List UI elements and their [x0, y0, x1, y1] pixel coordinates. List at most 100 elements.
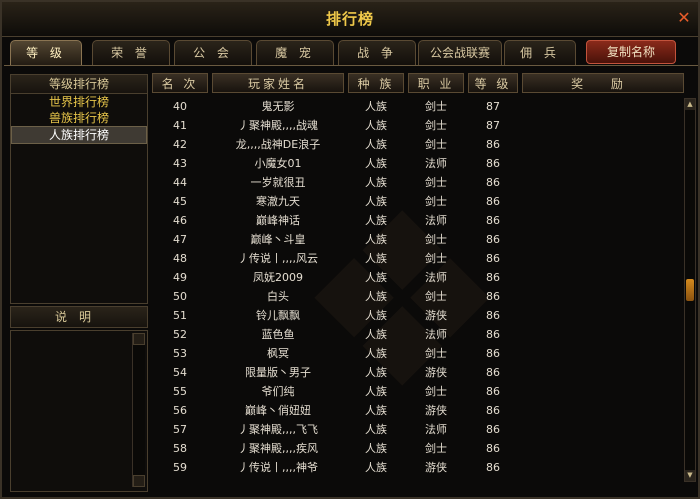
- cell-level: 86: [486, 214, 500, 227]
- cell-level: 86: [486, 385, 500, 398]
- cell-rank: 58: [173, 442, 187, 455]
- scroll-thumb[interactable]: [686, 279, 694, 301]
- table-row[interactable]: 56 巅峰丶俏妞妞 人族 游侠 86: [152, 401, 682, 420]
- cell-level: 86: [486, 195, 500, 208]
- cell-level: 86: [486, 423, 500, 436]
- cell-rank: 51: [173, 309, 187, 322]
- cell-level: 86: [486, 290, 500, 303]
- cell-class: 法师: [425, 328, 447, 341]
- cell-class: 剑士: [425, 119, 447, 132]
- sidebar-item-human[interactable]: 人族排行榜: [11, 126, 147, 144]
- cell-rank: 45: [173, 195, 187, 208]
- table-row[interactable]: 45 寒澈九天 人族 剑士 86: [152, 192, 682, 211]
- cell-player-name: 蓝色鱼: [261, 328, 295, 341]
- cell-rank: 46: [173, 214, 187, 227]
- tab-war[interactable]: 战 争: [338, 40, 416, 65]
- cell-race: 人族: [365, 195, 387, 208]
- cell-level: 87: [486, 100, 500, 113]
- table-row[interactable]: 41 丿聚神殿,,,,战魂 人族 剑士 87: [152, 116, 682, 135]
- col-race-header: 种 族: [348, 73, 404, 93]
- table-row[interactable]: 47 巅峰丶斗皇 人族 剑士 86: [152, 230, 682, 249]
- col-name-header: 玩家姓名: [212, 73, 344, 93]
- cell-class: 游侠: [425, 309, 447, 322]
- table-row[interactable]: 48 丿传说丨,,,,风云 人族 剑士 86: [152, 249, 682, 268]
- table-row[interactable]: 58 丿聚神殿,,,,疾风 人族 剑士 86: [152, 439, 682, 458]
- cell-level: 86: [486, 366, 500, 379]
- close-icon[interactable]: ✕: [676, 10, 692, 26]
- cell-level: 86: [486, 347, 500, 360]
- cell-race: 人族: [365, 328, 387, 341]
- cell-race: 人族: [365, 347, 387, 360]
- scroll-down-icon[interactable]: [133, 475, 145, 487]
- sidebar-item-world[interactable]: 世界排行榜: [11, 94, 147, 110]
- cell-race: 人族: [365, 290, 387, 303]
- cell-rank: 59: [173, 461, 187, 474]
- cell-level: 86: [486, 271, 500, 284]
- description-header: 说明: [10, 306, 148, 328]
- cell-player-name: 丿传说丨,,,,风云: [238, 252, 318, 265]
- table-row[interactable]: 57 丿聚神殿,,,,飞飞 人族 法师 86: [152, 420, 682, 439]
- cell-player-name: 限量版丶男子: [245, 366, 311, 379]
- table-row[interactable]: 53 枫冥 人族 剑士 86: [152, 344, 682, 363]
- tab-mercenary[interactable]: 佣 兵: [504, 40, 576, 65]
- tab-pet[interactable]: 魔 宠: [256, 40, 334, 65]
- cell-race: 人族: [365, 214, 387, 227]
- cell-race: 人族: [365, 309, 387, 322]
- cell-rank: 41: [173, 119, 187, 132]
- cell-race: 人族: [365, 252, 387, 265]
- table-row[interactable]: 46 巅峰神话 人族 法师 86: [152, 211, 682, 230]
- cell-rank: 53: [173, 347, 187, 360]
- cell-rank: 43: [173, 157, 187, 170]
- title-bar[interactable]: 排行榜 ✕: [2, 2, 698, 37]
- cell-player-name: 巅峰丶斗皇: [250, 233, 306, 246]
- cell-rank: 47: [173, 233, 187, 246]
- cell-player-name: 巅峰神话: [256, 214, 300, 227]
- scroll-down-icon[interactable]: ▼: [685, 470, 695, 481]
- cell-player-name: 巅峰丶俏妞妞: [245, 404, 311, 417]
- col-rank-header: 名 次: [152, 73, 208, 93]
- table-row[interactable]: 50 白头 人族 剑士 86: [152, 287, 682, 306]
- cell-level: 86: [486, 233, 500, 246]
- copy-name-button[interactable]: 复制名称: [586, 40, 676, 64]
- table-row[interactable]: 43 小魔女01 人族 法师 86: [152, 154, 682, 173]
- cell-player-name: 丿聚神殿,,,,飞飞: [238, 423, 318, 436]
- tab-guild-league[interactable]: 公会战联赛: [418, 40, 502, 65]
- cell-race: 人族: [365, 442, 387, 455]
- cell-race: 人族: [365, 385, 387, 398]
- cell-rank: 49: [173, 271, 187, 284]
- cell-level: 86: [486, 157, 500, 170]
- cell-level: 86: [486, 328, 500, 341]
- cell-class: 法师: [425, 157, 447, 170]
- cell-race: 人族: [365, 176, 387, 189]
- cell-player-name: 丿聚神殿,,,,战魂: [238, 119, 318, 132]
- cell-class: 剑士: [425, 385, 447, 398]
- cell-race: 人族: [365, 138, 387, 151]
- col-reward-header: 奖 励: [522, 73, 684, 93]
- cell-race: 人族: [365, 366, 387, 379]
- description-scrollbar[interactable]: [132, 333, 145, 487]
- table-row[interactable]: 51 铃儿飘飘 人族 游侠 86: [152, 306, 682, 325]
- sidebar-item-beast[interactable]: 兽族排行榜: [11, 110, 147, 126]
- table-row[interactable]: 40 鬼无影 人族 剑士 87: [152, 97, 682, 116]
- table-row[interactable]: 54 限量版丶男子 人族 游侠 86: [152, 363, 682, 382]
- table-row[interactable]: 59 丿传说丨,,,,神爷 人族 游侠 86: [152, 458, 682, 477]
- scroll-up-icon[interactable]: ▲: [685, 99, 695, 110]
- cell-class: 剑士: [425, 100, 447, 113]
- tab-honor[interactable]: 荣 誉: [92, 40, 170, 65]
- table-row[interactable]: 44 一岁就很丑 人族 剑士 86: [152, 173, 682, 192]
- cell-race: 人族: [365, 461, 387, 474]
- tab-guild[interactable]: 公 会: [174, 40, 252, 65]
- tab-level[interactable]: 等 级: [10, 40, 82, 65]
- table-row[interactable]: 52 蓝色鱼 人族 法师 86: [152, 325, 682, 344]
- ranking-category-panel: 等级排行榜 世界排行榜 兽族排行榜 人族排行榜: [10, 74, 148, 304]
- cell-player-name: 枫冥: [267, 347, 289, 360]
- cell-player-name: 龙,,,,战神DE浪子: [235, 138, 321, 151]
- cell-class: 法师: [425, 271, 447, 284]
- table-row[interactable]: 55 爷们纯 人族 剑士 86: [152, 382, 682, 401]
- table-scrollbar[interactable]: ▲ ▼: [684, 98, 696, 482]
- cell-player-name: 铃儿飘飘: [256, 309, 300, 322]
- table-row[interactable]: 49 凤妩2009 人族 法师 86: [152, 268, 682, 287]
- cell-class: 游侠: [425, 404, 447, 417]
- scroll-up-icon[interactable]: [133, 333, 145, 345]
- table-row[interactable]: 42 龙,,,,战神DE浪子 人族 剑士 86: [152, 135, 682, 154]
